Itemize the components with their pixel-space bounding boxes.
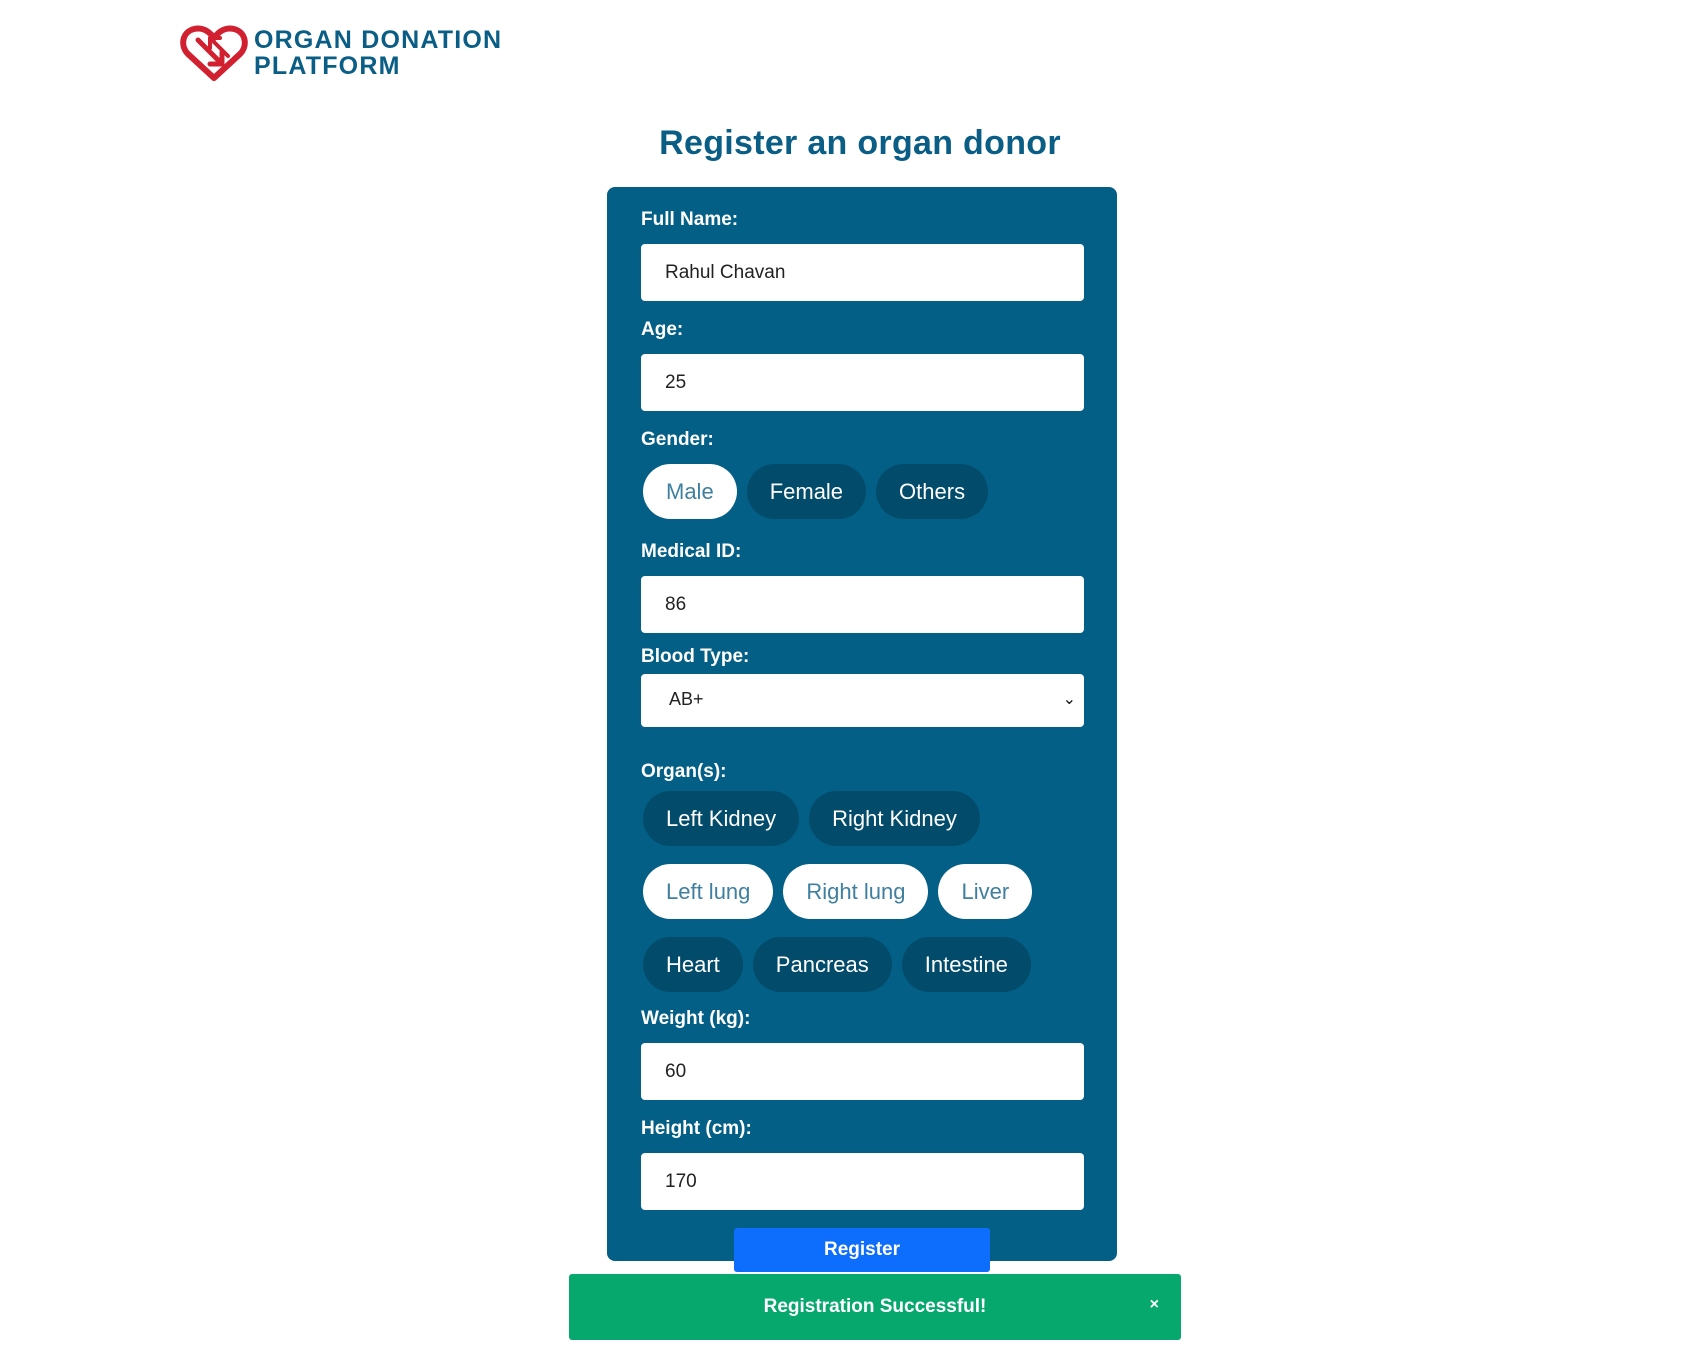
close-icon[interactable]: × [1150, 1296, 1159, 1314]
organ-liver-pill[interactable]: Liver [938, 864, 1033, 919]
blood-type-label: Blood Type: [641, 646, 750, 667]
logo-line-1: ORGAN DONATION [254, 26, 503, 54]
heart-arrows-icon [180, 25, 248, 81]
gender-label: Gender: [641, 429, 714, 450]
gender-female-pill[interactable]: Female [746, 464, 867, 519]
logo[interactable]: ORGAN DONATION PLATFORM [180, 24, 502, 82]
full-name-input[interactable] [641, 244, 1084, 301]
logo-text: ORGAN DONATION PLATFORM [254, 27, 502, 79]
medical-id-input[interactable] [641, 576, 1084, 633]
page-title: Register an organ donor [659, 124, 1061, 162]
gender-options: Male Female Others [643, 464, 1083, 519]
organ-options-row-3: Heart Pancreas Intestine [643, 937, 1083, 992]
organ-right-kidney-pill[interactable]: Right Kidney [809, 791, 980, 846]
organ-left-kidney-pill[interactable]: Left Kidney [643, 791, 800, 846]
organ-heart-pill[interactable]: Heart [643, 937, 743, 992]
blood-type-value: AB+ [669, 689, 704, 709]
gender-others-pill[interactable]: Others [876, 464, 989, 519]
organ-right-lung-pill[interactable]: Right lung [783, 864, 929, 919]
organ-pancreas-pill[interactable]: Pancreas [752, 937, 892, 992]
chevron-down-icon: ⌄ [1062, 691, 1076, 708]
gender-male-pill[interactable]: Male [643, 464, 737, 519]
age-label: Age: [641, 319, 684, 340]
weight-label: Weight (kg): [641, 1008, 751, 1029]
page: ORGAN DONATION PLATFORM Register an orga… [0, 0, 1700, 1372]
logo-line-2: PLATFORM [254, 52, 401, 80]
organ-intestine-pill[interactable]: Intestine [901, 937, 1031, 992]
toast-message: Registration Successful! [763, 1296, 987, 1317]
blood-type-select[interactable]: AB+ ⌄ [641, 674, 1084, 727]
height-input[interactable] [641, 1153, 1084, 1210]
height-label: Height (cm): [641, 1118, 752, 1139]
organ-options-row-2: Left lung Right lung Liver [643, 864, 1083, 919]
donor-registration-form: Full Name: Age: Gender: Male Female Othe… [607, 187, 1117, 1272]
weight-input[interactable] [641, 1043, 1084, 1100]
full-name-label: Full Name: [641, 209, 739, 230]
register-button[interactable]: Register [734, 1228, 990, 1272]
medical-id-label: Medical ID: [641, 541, 742, 562]
organs-label: Organ(s): [641, 761, 727, 782]
organ-left-lung-pill[interactable]: Left lung [643, 864, 774, 919]
organ-options-row-1: Left Kidney Right Kidney [643, 791, 1083, 846]
success-toast: Registration Successful! × [569, 1274, 1181, 1340]
age-input[interactable] [641, 354, 1084, 411]
